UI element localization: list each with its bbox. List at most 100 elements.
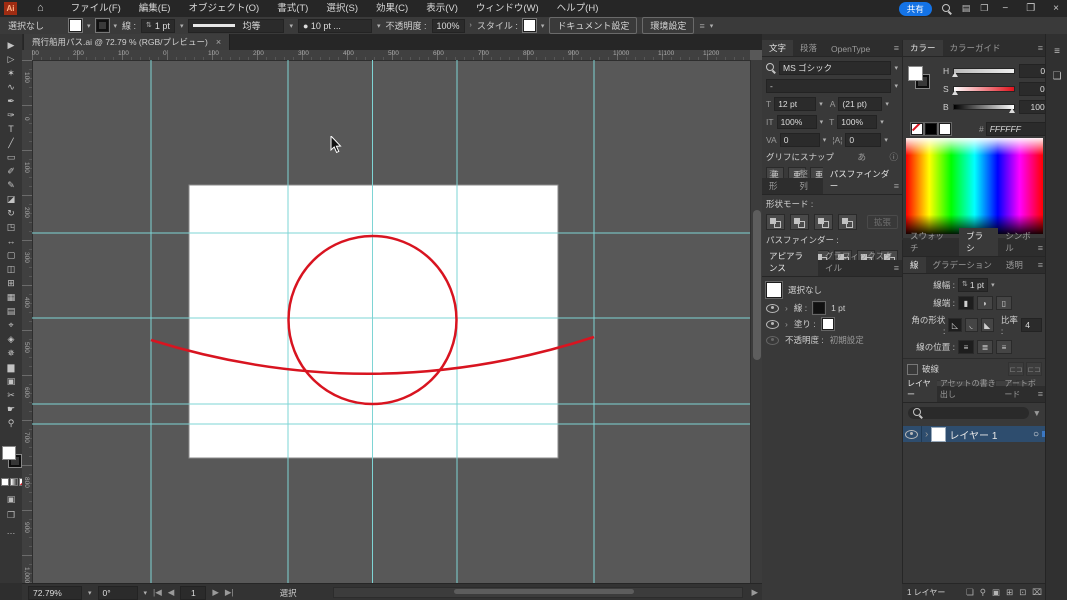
dock-export-panel-icon[interactable]: ❏: [1053, 71, 1062, 82]
exclude-button[interactable]: [838, 214, 857, 230]
bar-menu-icon[interactable]: ≡: [699, 21, 704, 31]
round-join-button[interactable]: ◟: [965, 318, 978, 332]
tab-color[interactable]: カラー: [903, 40, 943, 56]
font-family-dropdown-icon[interactable]: ▾: [894, 64, 898, 72]
stroke-row-value[interactable]: 1 pt: [831, 303, 845, 313]
none-swatch[interactable]: [911, 123, 923, 135]
collect-for-export-icon[interactable]: ❏: [963, 587, 977, 598]
align-inside-button[interactable]: ≣: [977, 340, 993, 354]
panel-menu-icon[interactable]: ≡: [894, 263, 899, 273]
arrange-documents-icon[interactable]: ❒: [980, 3, 988, 14]
black-swatch[interactable]: [925, 123, 937, 135]
tool-gradient-tool[interactable]: ▤: [0, 304, 22, 318]
make-clipping-mask-icon[interactable]: ▣: [989, 587, 1003, 598]
artboard-number-field[interactable]: 1: [180, 586, 206, 600]
last-artboard-icon[interactable]: ▶|: [225, 587, 234, 598]
projecting-cap-button[interactable]: ▯: [996, 296, 1012, 310]
tool-scale-tool[interactable]: ◳: [0, 220, 22, 234]
tool-slice-tool[interactable]: ✂: [0, 388, 22, 402]
tab-color-guide[interactable]: カラーガイド: [943, 40, 1008, 56]
bevel-join-button[interactable]: ◣: [981, 318, 994, 332]
horizontal-scrollbar-thumb[interactable]: [454, 589, 634, 594]
menu-item-0[interactable]: ファイル(F): [62, 0, 130, 17]
brush-dropdown-icon[interactable]: ▾: [377, 22, 381, 30]
kerning-field[interactable]: 0: [780, 133, 820, 147]
restore-button[interactable]: ❐: [1022, 3, 1039, 14]
stroke-width-field[interactable]: ⇅1 pt: [958, 278, 988, 292]
stroke-color-swatch[interactable]: [96, 19, 109, 32]
opacity-field[interactable]: 100%: [432, 19, 465, 33]
info-icon[interactable]: ⓘ: [889, 151, 898, 163]
layer-thumbnail[interactable]: [931, 427, 946, 442]
workspace-switcher-icon[interactable]: ▤: [962, 3, 971, 14]
minus-front-button[interactable]: [790, 214, 809, 230]
app-icon[interactable]: Ai: [4, 2, 17, 15]
stroke-width-dropdown-icon[interactable]: ▾: [991, 281, 995, 289]
scroll-right-icon[interactable]: ▶: [751, 587, 758, 598]
saturation-slider[interactable]: [953, 86, 1015, 92]
tab-align[interactable]: 整列: [792, 166, 822, 194]
delete-layer-icon[interactable]: ⌧: [1029, 587, 1045, 598]
menu-item-6[interactable]: 表示(V): [417, 0, 467, 17]
tab-opentype[interactable]: OpenType: [824, 42, 877, 56]
tool-eyedropper-tool[interactable]: ⌖: [0, 318, 22, 332]
screen-mode-button[interactable]: ❒: [0, 510, 22, 521]
document-setup-button[interactable]: ドキュメント設定: [549, 17, 637, 34]
draw-mode-button[interactable]: ▣: [0, 494, 22, 505]
tool-direct-selection-tool[interactable]: ▷: [0, 52, 22, 66]
font-search-icon[interactable]: [766, 63, 776, 73]
color-mode-button[interactable]: [1, 478, 9, 486]
menu-item-2[interactable]: オブジェクト(O): [179, 0, 268, 17]
tool-pencil-tool[interactable]: ✎: [0, 178, 22, 192]
miter-join-button[interactable]: ◺: [948, 318, 961, 332]
rotation-field[interactable]: 0°: [98, 586, 138, 600]
tab-graphic-styles[interactable]: グラフィックスタイル: [818, 248, 902, 276]
menu-item-7[interactable]: ウィンドウ(W): [467, 0, 548, 17]
tab-asset-export[interactable]: アセットの書き出し: [937, 376, 1001, 402]
expand-button[interactable]: 拡張: [867, 215, 898, 229]
visibility-eye-icon[interactable]: [766, 336, 779, 345]
menu-item-5[interactable]: 効果(C): [367, 0, 417, 17]
tab-swatches[interactable]: スウォッチ: [903, 228, 959, 256]
tool-eraser-tool[interactable]: ◪: [0, 192, 22, 206]
tool-perspective-grid-tool[interactable]: ⊞: [0, 276, 22, 290]
panel-menu-icon[interactable]: ≡: [894, 43, 899, 53]
expand-chevron-icon[interactable]: ›: [785, 303, 788, 313]
stroke-width-dropdown-icon[interactable]: ▾: [180, 22, 184, 30]
tab-appearance[interactable]: アピアランス: [762, 248, 818, 276]
tool-free-transform-tool[interactable]: ▢: [0, 248, 22, 262]
expand-chevron-icon[interactable]: ›: [785, 319, 788, 329]
layer-row[interactable]: › レイヤー 1 ○: [903, 426, 1050, 442]
tab-stroke[interactable]: 線: [903, 257, 926, 273]
hue-slider[interactable]: [953, 68, 1015, 74]
tool-lasso-tool[interactable]: ∿: [0, 80, 22, 94]
tab-gradient[interactable]: グラデーション: [926, 257, 999, 273]
fill-proxy[interactable]: [2, 446, 16, 460]
panel-menu-icon[interactable]: ≡: [1038, 243, 1043, 253]
filter-icon[interactable]: ▼: [1033, 408, 1041, 418]
stroke-dropdown-icon[interactable]: ▾: [114, 22, 118, 30]
intersect-button[interactable]: [814, 214, 833, 230]
horizontal-scale-field[interactable]: 100%: [837, 115, 877, 129]
tab-transparency[interactable]: 透明: [999, 257, 1030, 273]
tool-line-tool[interactable]: ╱: [0, 136, 22, 150]
fill-dropdown-icon[interactable]: ▾: [87, 22, 91, 30]
hex-field[interactable]: FFFFFF: [986, 122, 1046, 136]
document-tab[interactable]: 飛行船用パス.ai @ 72.79 % (RGB/プレビュー) ×: [24, 34, 230, 50]
tool-mesh-tool[interactable]: ▦: [0, 290, 22, 304]
tool-type-tool[interactable]: T: [0, 122, 22, 136]
tool-zoom-tool[interactable]: ⚲: [0, 416, 22, 430]
white-swatch[interactable]: [939, 123, 951, 135]
close-button[interactable]: ×: [1049, 3, 1063, 14]
minimize-button[interactable]: −: [998, 3, 1012, 14]
rotation-dropdown-icon[interactable]: ▾: [144, 589, 148, 597]
tool-selection-tool[interactable]: ▶: [0, 38, 22, 52]
fill-color-swatch[interactable]: [69, 19, 82, 32]
dock-libraries-panel-icon[interactable]: ≡: [1054, 46, 1060, 57]
profile-dropdown-icon[interactable]: ▾: [289, 22, 293, 30]
vertical-scrollbar-thumb[interactable]: [753, 210, 761, 360]
snap-glyph-icon[interactable]: あ: [857, 151, 866, 163]
tool-blend-tool[interactable]: ◈: [0, 332, 22, 346]
stepper-icon[interactable]: ⇅: [146, 20, 152, 32]
tab-brushes[interactable]: ブラシ: [959, 228, 998, 256]
